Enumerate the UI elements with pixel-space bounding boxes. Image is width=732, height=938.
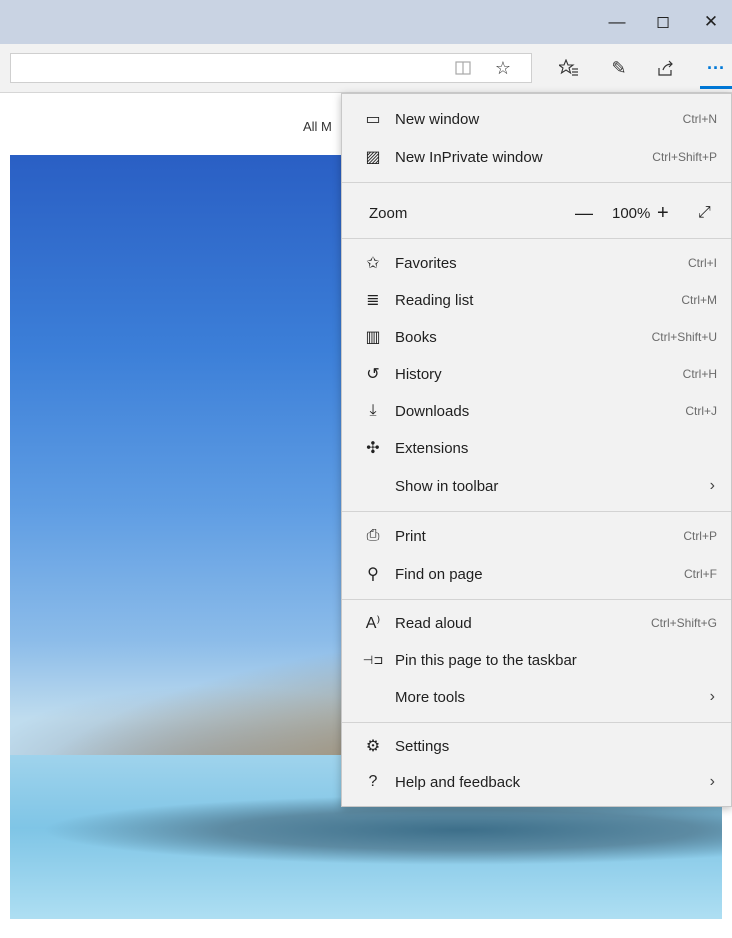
zoom-level: 100% bbox=[612, 204, 651, 222]
menu-item-label: Pin this page to the taskbar bbox=[395, 651, 577, 669]
menu-item-history[interactable]: ↺ History Ctrl+H bbox=[342, 356, 731, 392]
shortcut-label: Ctrl+J bbox=[685, 404, 717, 418]
menu-divider bbox=[342, 238, 731, 239]
menu-item-label: Show in toolbar bbox=[395, 477, 499, 495]
title-bar: — ◻ ✕ bbox=[0, 0, 732, 44]
gear-icon: ⚙ bbox=[365, 738, 381, 755]
shortcut-label: Ctrl+I bbox=[687, 256, 717, 270]
menu-item-label: New window bbox=[395, 110, 480, 128]
maximize-button[interactable]: ◻ bbox=[640, 0, 686, 44]
page-nav-link[interactable]: All M bbox=[303, 119, 332, 134]
menu-item-print[interactable]: ⎙ Print Ctrl+P bbox=[342, 518, 731, 554]
menu-item-extensions[interactable]: ✣ Extensions bbox=[342, 430, 731, 466]
menu-item-label: Books bbox=[395, 328, 437, 346]
fullscreen-icon[interactable]: ⤢ bbox=[698, 204, 711, 222]
history-icon: ↺ bbox=[366, 366, 380, 383]
menu-item-books[interactable]: ▥ Books Ctrl+Shift+U bbox=[342, 319, 731, 355]
window-icon: ▭ bbox=[365, 111, 381, 128]
menu-item-label: Help and feedback bbox=[395, 773, 521, 791]
menu-item-pin-to-taskbar[interactable]: ⊣⊐ Pin this page to the taskbar bbox=[342, 642, 731, 678]
menu-item-read-aloud[interactable]: A⁾ Read aloud Ctrl+Shift+G bbox=[342, 605, 731, 641]
shortcut-label: Ctrl+P bbox=[683, 529, 717, 543]
address-bar[interactable]: ☆ bbox=[10, 53, 532, 83]
reading-list-icon: ≣ bbox=[366, 292, 380, 309]
menu-divider bbox=[342, 599, 731, 600]
inprivate-icon: ▨ bbox=[365, 149, 381, 166]
zoom-label: Zoom bbox=[369, 204, 408, 222]
search-icon: ⚲ bbox=[367, 566, 379, 583]
read-aloud-icon: A⁾ bbox=[365, 615, 381, 632]
more-button-active-indicator bbox=[700, 86, 732, 89]
menu-item-find-on-page[interactable]: ⚲ Find on page Ctrl+F bbox=[342, 556, 731, 592]
menu-divider bbox=[342, 511, 731, 512]
shortcut-label: Ctrl+Shift+G bbox=[650, 616, 717, 630]
chevron-right-icon: › bbox=[709, 773, 715, 790]
menu-item-new-window[interactable]: ▭ New window Ctrl+N bbox=[342, 101, 731, 137]
shortcut-label: Ctrl+F bbox=[684, 567, 717, 581]
favorite-star-icon[interactable]: ☆ bbox=[489, 54, 517, 82]
menu-item-label: History bbox=[395, 365, 442, 383]
favorites-icon: ✩ bbox=[366, 255, 380, 272]
reading-view-icon[interactable] bbox=[449, 54, 477, 82]
more-options-button[interactable]: ··· bbox=[702, 54, 730, 82]
notes-pen-icon[interactable]: ✎ bbox=[605, 54, 633, 82]
menu-item-label: New InPrivate window bbox=[395, 148, 543, 166]
menu-item-label: Extensions bbox=[395, 439, 469, 457]
zoom-out-button[interactable]: — bbox=[575, 203, 593, 224]
extensions-icon: ✣ bbox=[366, 440, 380, 457]
shortcut-label: Ctrl+N bbox=[682, 112, 717, 126]
download-icon: ⤓ bbox=[369, 402, 377, 419]
menu-item-label: Find on page bbox=[395, 565, 483, 583]
pin-icon: ⊣⊐ bbox=[362, 653, 384, 667]
shortcut-label: Ctrl+Shift+U bbox=[651, 330, 717, 344]
menu-item-zoom: Zoom — 100% + ⤢ bbox=[342, 195, 731, 231]
menu-item-settings[interactable]: ⚙ Settings bbox=[342, 728, 731, 764]
menu-item-favorites[interactable]: ✩ Favorites Ctrl+I bbox=[342, 245, 731, 281]
print-icon: ⎙ bbox=[366, 527, 380, 544]
menu-item-new-inprivate-window[interactable]: ▨ New InPrivate window Ctrl+Shift+P bbox=[342, 139, 731, 175]
menu-item-label: Settings bbox=[395, 737, 450, 755]
settings-and-more-menu: ▭ New window Ctrl+N ▨ New InPrivate wind… bbox=[341, 93, 732, 807]
share-icon[interactable] bbox=[652, 54, 680, 82]
maximize-icon: ◻ bbox=[655, 12, 671, 31]
menu-item-label: More tools bbox=[395, 688, 466, 706]
menu-divider bbox=[342, 722, 731, 723]
shortcut-label: Ctrl+Shift+P bbox=[652, 150, 717, 164]
close-icon: ✕ bbox=[703, 12, 719, 31]
menu-item-label: Print bbox=[395, 527, 426, 545]
menu-item-label: Read aloud bbox=[395, 614, 472, 632]
menu-item-label: Downloads bbox=[395, 402, 470, 420]
chevron-right-icon: › bbox=[709, 688, 715, 705]
menu-item-label: Reading list bbox=[395, 291, 474, 309]
shortcut-label: Ctrl+H bbox=[682, 367, 717, 381]
chevron-right-icon: › bbox=[709, 477, 715, 494]
menu-divider bbox=[342, 182, 731, 183]
menu-item-reading-list[interactable]: ≣ Reading list Ctrl+M bbox=[342, 282, 731, 318]
toolbar: ☆ ✎ ··· bbox=[0, 44, 732, 93]
bottom-strip bbox=[0, 919, 732, 938]
menu-item-more-tools[interactable]: More tools › bbox=[342, 679, 731, 715]
favorites-hub-icon[interactable] bbox=[555, 54, 583, 82]
menu-item-help-and-feedback[interactable]: ? Help and feedback › bbox=[342, 764, 731, 800]
books-icon: ▥ bbox=[365, 329, 381, 346]
help-icon: ? bbox=[368, 773, 378, 790]
minimize-button[interactable]: — bbox=[594, 0, 640, 44]
menu-item-show-in-toolbar[interactable]: Show in toolbar › bbox=[342, 468, 731, 504]
zoom-in-button[interactable]: + bbox=[657, 202, 669, 225]
menu-item-downloads[interactable]: ⤓ Downloads Ctrl+J bbox=[342, 393, 731, 429]
shortcut-label: Ctrl+M bbox=[681, 293, 717, 307]
close-button[interactable]: ✕ bbox=[688, 0, 732, 44]
menu-item-label: Favorites bbox=[395, 254, 457, 272]
minimize-icon: — bbox=[608, 12, 626, 31]
